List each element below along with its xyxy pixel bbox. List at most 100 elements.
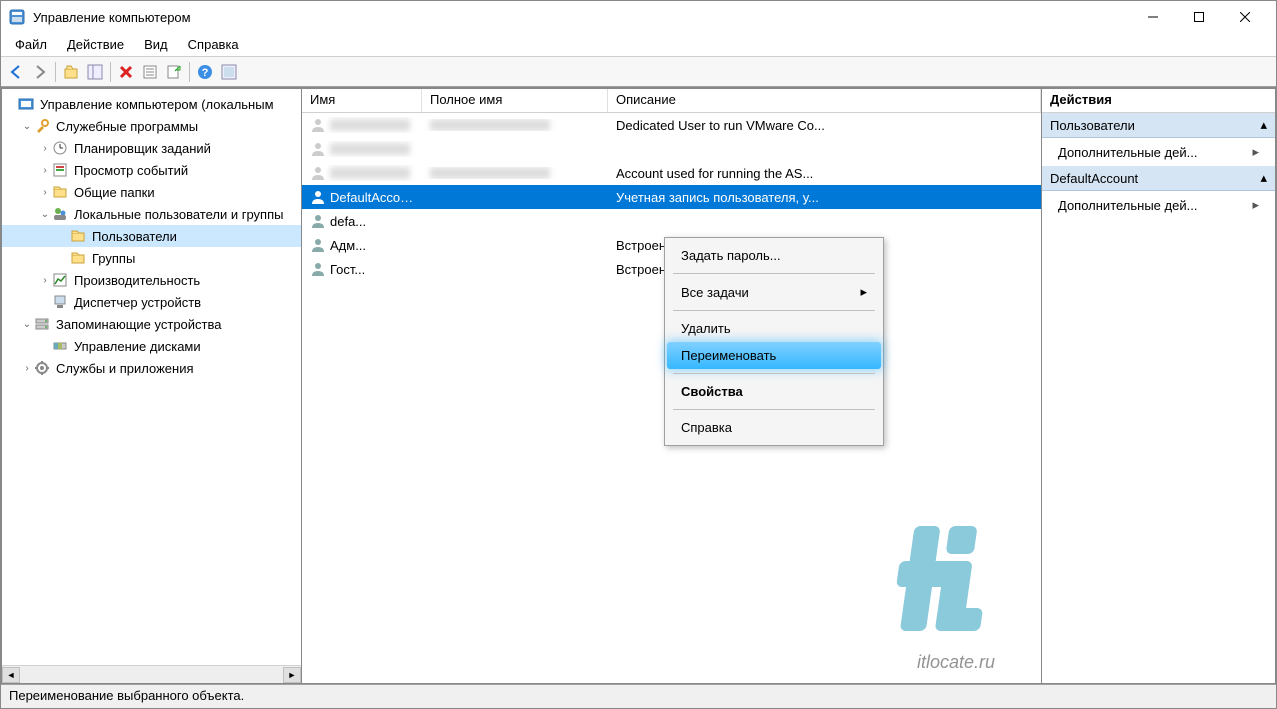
tree-services-apps[interactable]: › Службы и приложения — [2, 357, 301, 379]
chevron-up-icon: ▴ — [1260, 170, 1267, 186]
actions-item-more[interactable]: Дополнительные дей... ▸ — [1042, 191, 1275, 219]
ctx-set-password[interactable]: Задать пароль... — [667, 242, 881, 269]
tree-local-users-groups[interactable]: ⌄ Локальные пользователи и группы — [2, 203, 301, 225]
tree-storage[interactable]: ⌄ Запоминающие устройства — [2, 313, 301, 335]
delete-button[interactable] — [115, 61, 137, 83]
ctx-separator — [673, 310, 875, 311]
ctx-help[interactable]: Справка — [667, 414, 881, 441]
tree-performance[interactable]: › Производительность — [2, 269, 301, 291]
expander-icon[interactable]: › — [38, 143, 52, 154]
menu-file[interactable]: Файл — [5, 35, 57, 54]
chevron-right-icon: ▸ — [860, 284, 867, 300]
close-button[interactable] — [1222, 1, 1268, 33]
chevron-up-icon: ▴ — [1260, 117, 1267, 133]
refresh-button[interactable] — [218, 61, 240, 83]
tree-shared-folders[interactable]: › Общие папки — [2, 181, 301, 203]
chevron-right-icon: ▸ — [1252, 144, 1259, 160]
window-buttons — [1130, 1, 1268, 33]
list-row[interactable]: Dedicated User to run VMware Co... — [302, 113, 1041, 137]
ctx-separator — [673, 373, 875, 374]
users-groups-icon — [52, 206, 68, 222]
user-icon — [310, 237, 326, 253]
tree[interactable]: Управление компьютером (локальным ⌄ Служ… — [2, 89, 301, 665]
tree-groups[interactable]: Группы — [2, 247, 301, 269]
list-row-selected[interactable]: DefaultAccount Учетная запись пользовате… — [302, 185, 1041, 209]
scroll-track[interactable] — [20, 667, 283, 683]
forward-button[interactable] — [29, 61, 51, 83]
actions-item-label: Дополнительные дей... — [1058, 198, 1197, 213]
watermark-logo-icon — [881, 496, 1031, 646]
user-icon — [310, 141, 326, 157]
blurred-text — [330, 167, 410, 179]
cell-name: Адм... — [330, 238, 366, 253]
expander-icon[interactable]: ⌄ — [20, 319, 34, 330]
help-button[interactable]: ? — [194, 61, 216, 83]
list-row[interactable]: defa... — [302, 209, 1041, 233]
storage-icon — [34, 316, 50, 332]
ctx-label: Переименовать — [681, 348, 776, 363]
column-fullname[interactable]: Полное имя — [422, 89, 608, 112]
expander-icon[interactable]: › — [38, 187, 52, 198]
tools-icon — [34, 118, 50, 134]
column-name[interactable]: Имя — [302, 89, 422, 112]
minimize-button[interactable] — [1130, 1, 1176, 33]
expander-icon[interactable]: ⌄ — [38, 209, 52, 220]
user-icon — [310, 261, 326, 277]
cell-name: DefaultAccount — [330, 190, 414, 205]
tree-label: Диспетчер устройств — [72, 294, 203, 311]
back-button[interactable] — [5, 61, 27, 83]
maximize-button[interactable] — [1176, 1, 1222, 33]
column-description[interactable]: Описание — [608, 89, 1041, 112]
ctx-separator — [673, 409, 875, 410]
actions-group-defaultaccount[interactable]: DefaultAccount ▴ — [1042, 166, 1275, 191]
user-icon — [310, 165, 326, 181]
list-row[interactable] — [302, 137, 1041, 161]
svg-text:?: ? — [202, 67, 209, 79]
tree-label: Просмотр событий — [72, 162, 190, 179]
tree-label: Производительность — [72, 272, 202, 289]
tree-users[interactable]: Пользователи — [2, 225, 301, 247]
menu-help[interactable]: Справка — [178, 35, 249, 54]
export-button[interactable] — [163, 61, 185, 83]
cell-desc: Account used for running the AS... — [608, 166, 1041, 181]
menu-view[interactable]: Вид — [134, 35, 178, 54]
tree-device-manager[interactable]: Диспетчер устройств — [2, 291, 301, 313]
scroll-right-button[interactable]: ► — [283, 667, 301, 683]
tree-scrollbar[interactable]: ◄ ► — [2, 665, 301, 683]
expander-icon[interactable]: › — [20, 363, 34, 374]
list-body[interactable]: Dedicated User to run VMware Co... Accou… — [302, 113, 1041, 683]
menu-action[interactable]: Действие — [57, 35, 134, 54]
folder-icon — [70, 228, 86, 244]
tree-disk-management[interactable]: Управление дисками — [2, 335, 301, 357]
tree-event-viewer[interactable]: › Просмотр событий — [2, 159, 301, 181]
show-hide-tree-button[interactable] — [84, 61, 106, 83]
tree-label: Служебные программы — [54, 118, 200, 135]
list-row[interactable]: Account used for running the AS... — [302, 161, 1041, 185]
list-header: Имя Полное имя Описание — [302, 89, 1041, 113]
actions-header: Действия — [1042, 89, 1275, 113]
actions-item-more[interactable]: Дополнительные дей... ▸ — [1042, 138, 1275, 166]
properties-button[interactable] — [139, 61, 161, 83]
cell-name: defa... — [330, 214, 366, 229]
tree-task-scheduler[interactable]: › Планировщик заданий — [2, 137, 301, 159]
context-menu: Задать пароль... Все задачи▸ Удалить Пер… — [664, 237, 884, 446]
up-button[interactable] — [60, 61, 82, 83]
services-icon — [34, 360, 50, 376]
tree-system-tools[interactable]: ⌄ Служебные программы — [2, 115, 301, 137]
tree-root[interactable]: Управление компьютером (локальным — [2, 93, 301, 115]
ctx-rename[interactable]: Переименовать — [667, 342, 881, 369]
scroll-left-button[interactable]: ◄ — [2, 667, 20, 683]
actions-group-users[interactable]: Пользователи ▴ — [1042, 113, 1275, 138]
blurred-text — [430, 167, 550, 179]
ctx-delete[interactable]: Удалить — [667, 315, 881, 342]
tree-label: Управление дисками — [72, 338, 203, 355]
actions-group-label: Пользователи — [1050, 118, 1135, 133]
blurred-text — [430, 119, 550, 131]
ctx-properties[interactable]: Свойства — [667, 378, 881, 405]
cell-desc: Учетная запись пользователя, у... — [608, 190, 1041, 205]
ctx-all-tasks[interactable]: Все задачи▸ — [667, 278, 881, 306]
expander-icon[interactable]: › — [38, 275, 52, 286]
expander-icon[interactable]: › — [38, 165, 52, 176]
ctx-label: Свойства — [681, 384, 743, 399]
expander-icon[interactable]: ⌄ — [20, 121, 34, 132]
